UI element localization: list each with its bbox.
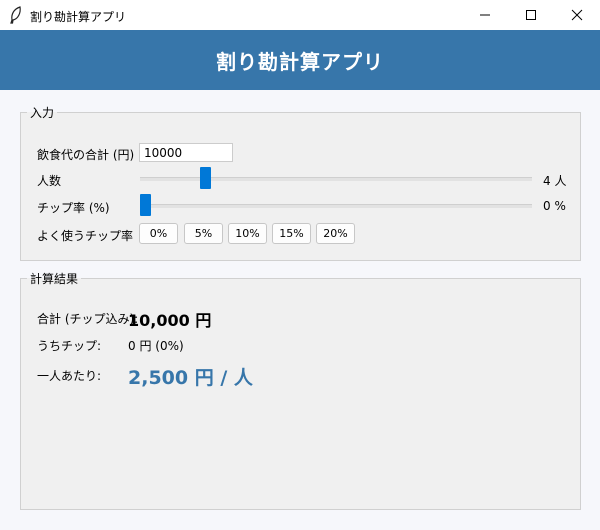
maximize-icon [526,10,536,20]
tip-rate-label: チップ率 (%) [37,201,110,215]
window-title: 割り勘計算アプリ [30,10,127,24]
result-tip-label: うちチップ: [37,339,102,353]
minimize-button[interactable] [462,0,508,30]
tip-rate-value: 0 % [543,199,566,213]
people-slider-track[interactable] [140,177,532,181]
result-section-legend: 計算結果 [30,272,79,286]
people-count-value: 4 人 [543,174,567,188]
feather-icon [10,6,21,24]
total-amount-label: 飲食代の合計 (円) [37,148,135,162]
result-total-value: 10,000 円 [128,311,212,330]
tip-preset-0-button[interactable]: 0% [139,223,178,244]
result-per-person-label: 一人あたり: [37,369,102,383]
tip-preset-5-button[interactable]: 5% [184,223,223,244]
input-section-legend: 入力 [30,106,55,120]
result-total-label: 合計 (チップ込み): [37,312,139,326]
result-tip-value: 0 円 (0%) [128,339,184,353]
tip-slider-thumb[interactable] [140,194,151,216]
tip-preset-10-button[interactable]: 10% [228,223,267,244]
tip-slider-track[interactable] [140,204,532,208]
app-header: 割り勘計算アプリ [0,30,600,90]
result-section: 計算結果 [20,270,581,510]
total-amount-input[interactable]: 10000 [139,143,233,162]
preset-tip-label: よく使うチップ率 [37,229,134,243]
maximize-button[interactable] [508,0,554,30]
people-count-label: 人数 [37,174,62,188]
title-bar: 割り勘計算アプリ [0,0,600,30]
tip-preset-15-button[interactable]: 15% [272,223,311,244]
close-icon [571,9,583,21]
people-slider-thumb[interactable] [200,167,212,189]
close-button[interactable] [554,0,600,30]
header-title: 割り勘計算アプリ [216,49,384,74]
minimize-icon [480,14,490,16]
tip-preset-20-button[interactable]: 20% [316,223,355,244]
result-per-person-value: 2,500 円 / 人 [128,367,253,389]
